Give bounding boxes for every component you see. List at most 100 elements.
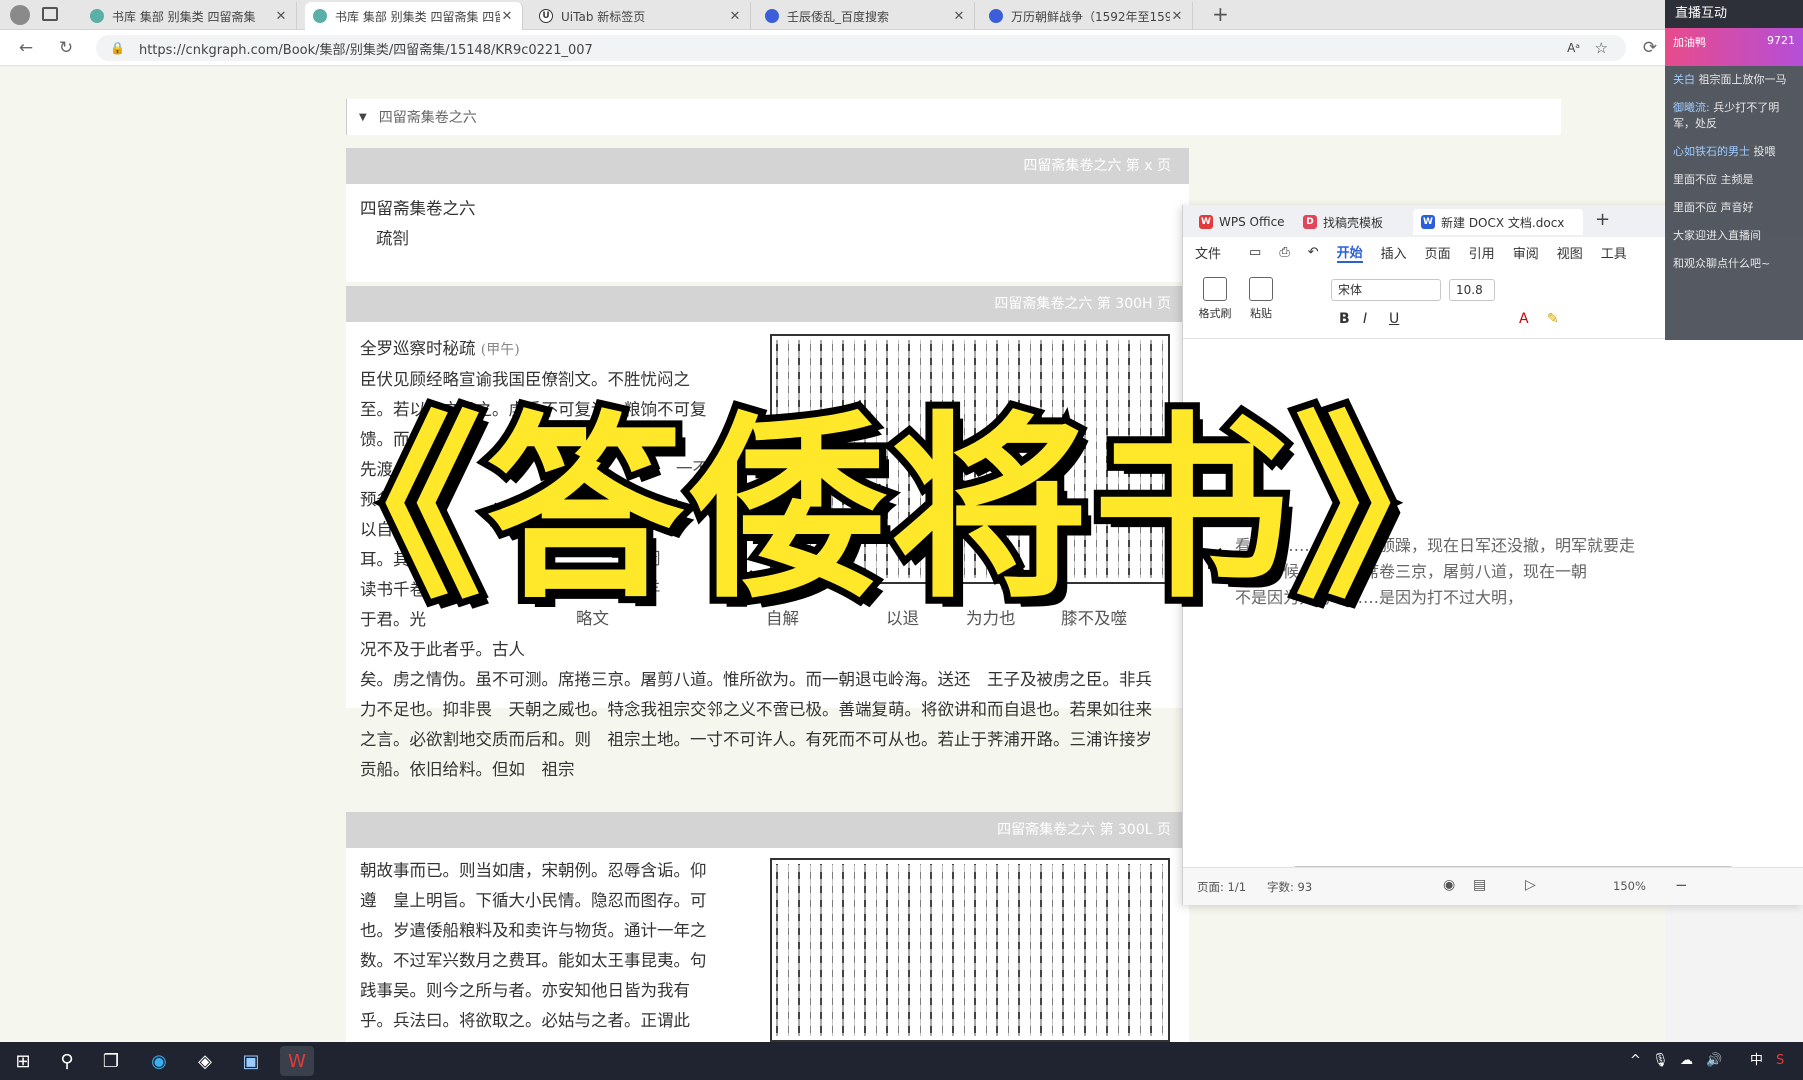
document-tab[interactable]: W 新建 DOCX 文档.docx [1413, 209, 1583, 235]
read-mode-icon[interactable]: ◉ [1443, 877, 1455, 893]
new-tab-icon[interactable]: + [1212, 2, 1229, 26]
favorite-star-icon[interactable]: ☆ [1595, 39, 1608, 57]
menu-view[interactable]: 视图 [1557, 243, 1583, 262]
italic-button[interactable]: I [1363, 311, 1367, 327]
template-tab[interactable]: D 找稿壳模板 [1295, 209, 1391, 235]
clipboard-icon [1249, 277, 1273, 301]
caret-down-icon: ▼ [359, 111, 367, 123]
format-painter-button[interactable]: 格式刷 [1193, 277, 1237, 321]
menu-reference[interactable]: 引用 [1469, 243, 1495, 262]
wps-home-tab[interactable]: W WPS Office [1191, 209, 1293, 235]
text-line: 遵 皇上明旨。下循大小民情。隐忍而图存。可 [360, 891, 707, 910]
chat-message: 里面不应 主频是 [1673, 173, 1754, 186]
cnkgraph-icon [313, 9, 327, 23]
menu-insert[interactable]: 插入 [1381, 243, 1407, 262]
sogou-ime-icon[interactable]: S [1776, 1042, 1784, 1080]
edge-browser-icon[interactable]: ◉ [142, 1046, 176, 1076]
uitab-icon: U [539, 9, 553, 23]
chat-message: 御曦流: 兵少打不了明军，处反 [1673, 101, 1780, 130]
wps-taskbar-icon[interactable]: W [280, 1046, 314, 1076]
extensions-icon[interactable]: ⟳ [1638, 36, 1662, 60]
steam-icon[interactable]: ◈ [188, 1046, 222, 1076]
wps-status-bar: 页面: 1/1 字数: 93 ◉ ▤ ▷ 150% − [1183, 867, 1803, 905]
underline-button[interactable]: U [1389, 311, 1399, 327]
volume-icon[interactable]: 🔊 [1706, 1042, 1722, 1080]
gift-banner: 加油鸭 9721 [1665, 28, 1803, 66]
menu-review[interactable]: 审阅 [1513, 243, 1539, 262]
browser-tab-4[interactable]: 壬辰倭乱_百度搜索 ✕ [757, 2, 975, 30]
close-tab-icon[interactable]: ✕ [500, 9, 514, 24]
zoom-level[interactable]: 150% [1613, 879, 1646, 893]
search-icon[interactable]: ⚲ [50, 1046, 84, 1076]
tray-overflow-icon[interactable]: ^ [1630, 1042, 1641, 1080]
text-line: 矣。虏之情伪。虽不可测。席捲三京。屠剪八道。惟所欲为。而一朝退屯岭海。送还 王子… [360, 670, 1152, 689]
url-bar[interactable]: 🔒 https://cnkgraph.com/Book/集部/别集类/四留斋集/… [96, 35, 1626, 61]
menu-file[interactable]: 文件 [1195, 243, 1221, 262]
text-line: 乎。兵法曰。将欲取之。必姑与之者。正谓此 [360, 1011, 690, 1030]
gift-label: 加油鸭 [1673, 36, 1706, 49]
memorial-title: 全罗巡察时秘疏 [360, 339, 476, 358]
back-icon[interactable]: ← [14, 36, 38, 60]
font-color-icon[interactable]: A [1519, 311, 1529, 327]
close-tab-icon[interactable]: ✕ [952, 9, 966, 24]
read-aloud-icon[interactable]: Aᵃ [1567, 41, 1580, 55]
menu-page[interactable]: 页面 [1425, 243, 1451, 262]
new-doc-icon[interactable]: + [1595, 209, 1610, 230]
lock-icon: 🔒 [110, 41, 125, 55]
address-toolbar: ← ↻ 🔒 https://cnkgraph.com/Book/集部/别集类/四… [0, 30, 1665, 66]
baidu-icon [765, 9, 779, 23]
microphone-icon[interactable]: 🎙 [1652, 1042, 1669, 1080]
task-view-icon[interactable]: ❐ [94, 1046, 128, 1076]
play-icon[interactable]: ▷ [1525, 877, 1536, 893]
text-line: 践事吴。则今之所与者。亦安知他日皆为我有 [360, 981, 690, 1000]
windows-taskbar: ⊞ ⚲ ❐ ◉ ◈ ▣ W ^ 🎙 ☁ 🔊 中 S [0, 1042, 1803, 1080]
browser-tab-1[interactable]: 书库 集部 别集类 四留斋集 ✕ [82, 2, 297, 30]
browser-tab-5[interactable]: 万历朝鲜战争（1592年至1598年 ✕ [981, 2, 1193, 30]
text-line: 之言。必欲割地交质而后和。则 祖宗土地。一寸不可许人。有死而不可从也。若止于荠浦… [360, 730, 1152, 749]
tab-actions-icon[interactable] [42, 7, 58, 21]
page-header: 四留斋集卷之六 第 x 页 [346, 148, 1189, 184]
browser-tab-3[interactable]: U UiTab 新标签页 ✕ [531, 2, 751, 30]
page-header: 四留斋集卷之六 第 300L 页 [346, 812, 1189, 848]
undo-icon[interactable]: ↶ [1308, 245, 1319, 260]
reload-icon[interactable]: ↻ [54, 36, 78, 60]
chapter-title: 四留斋集卷之六 [378, 110, 477, 126]
app-icon[interactable]: ▣ [234, 1046, 268, 1076]
zoom-out-icon[interactable]: − [1675, 876, 1688, 894]
close-tab-icon[interactable]: ✕ [274, 9, 288, 24]
memorial-year: (甲午) [480, 342, 520, 358]
menu-tools[interactable]: 工具 [1601, 243, 1627, 262]
section-body: 朝故事而已。则当如唐，宋朝例。忍辱含诟。仰 遵 皇上明旨。下循大小民情。隐忍而图… [346, 848, 1189, 1042]
profile-avatar[interactable] [10, 5, 30, 25]
scanned-page-image [770, 858, 1170, 1042]
url-text: https://cnkgraph.com/Book/集部/别集类/四留斋集/15… [138, 42, 593, 58]
close-tab-icon[interactable]: ✕ [1170, 9, 1184, 24]
menu-home[interactable]: 开始 [1336, 242, 1363, 263]
highlight-icon[interactable]: ✎ [1547, 311, 1559, 327]
chapter-toggle[interactable]: ▼ 四留斋集卷之六 [346, 99, 1561, 135]
font-name-select[interactable]: 宋体 [1331, 279, 1441, 301]
text-line: 况不及于此者乎。古人 [360, 640, 525, 659]
template-icon: D [1303, 215, 1317, 229]
brush-icon [1203, 277, 1227, 301]
word-count: 字数: 93 [1267, 880, 1313, 894]
bold-button[interactable]: B [1339, 311, 1350, 327]
wps-logo-icon: W [1199, 215, 1213, 229]
print-icon[interactable]: ⎙ [1279, 245, 1289, 260]
chat-message: 里面不应 声音好 [1673, 201, 1754, 214]
browser-tab-2[interactable]: 书库 集部 别集类 四留斋集 四留 ✕ [305, 2, 523, 30]
font-size-select[interactable]: 10.8 [1449, 279, 1495, 301]
paste-button[interactable]: 粘贴 [1241, 277, 1281, 321]
page-count: 页面: 1/1 [1197, 880, 1247, 894]
text-block: 朝故事而已。则当如唐，宋朝例。忍辱含诟。仰 遵 皇上明旨。下循大小民情。隐忍而图… [360, 856, 760, 1036]
onedrive-icon[interactable]: ☁ [1680, 1042, 1693, 1080]
close-tab-icon[interactable]: ✕ [728, 9, 742, 24]
volume-title: 四留斋集卷之六 [360, 199, 476, 218]
page-view-icon[interactable]: ▤ [1473, 877, 1486, 893]
baidu-icon [989, 9, 1003, 23]
windows-start-icon[interactable]: ⊞ [6, 1046, 40, 1076]
live-title: 直播互动 [1665, 0, 1803, 28]
viewer-count: 9721 [1767, 34, 1795, 47]
save-icon[interactable]: ▭ [1249, 245, 1261, 260]
ime-indicator[interactable]: 中 [1750, 1042, 1763, 1080]
